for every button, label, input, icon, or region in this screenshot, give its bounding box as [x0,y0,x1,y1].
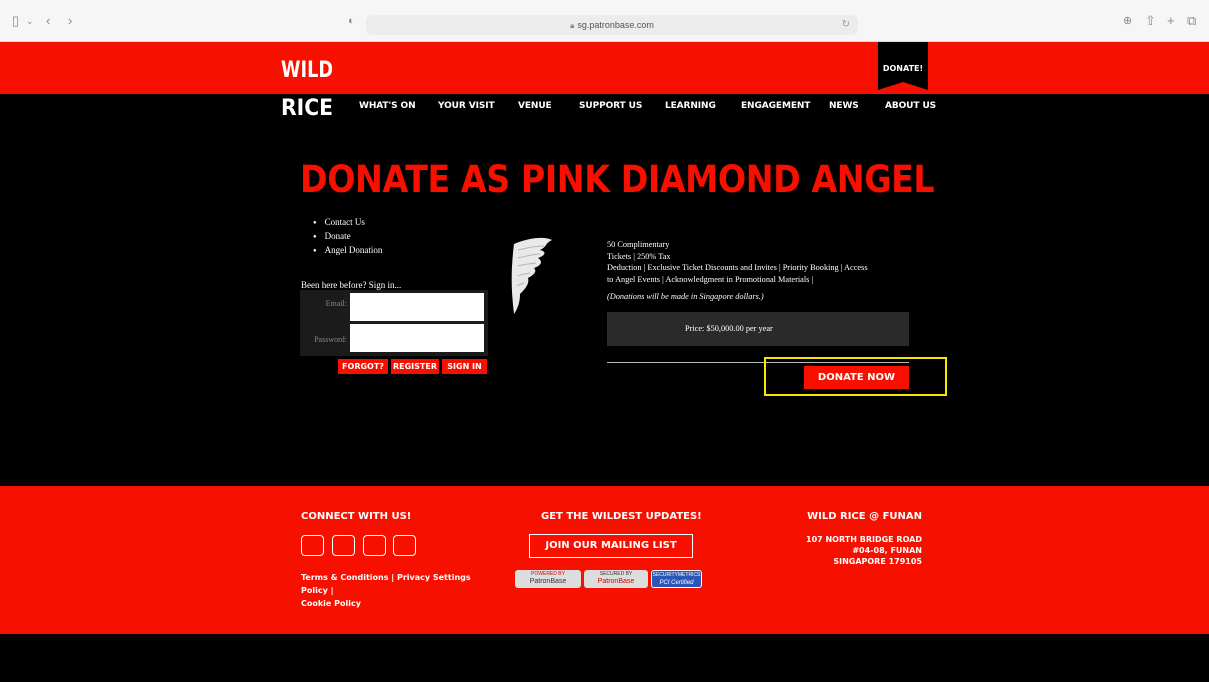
benefits-line: Deduction | Exclusive Ticket Discounts a… [607,263,868,272]
address-bar[interactable]: 🔒︎ sg.patronbase.com ↻ [366,15,858,35]
pci-certified-badge[interactable]: SECURITYMETRICS PCI Certified [651,570,702,588]
join-mailing-list-button[interactable]: JOIN OUR MAILING LIST [529,534,693,558]
connect-title: CONNECT WITH US! [301,511,412,522]
benefits-text: 50 Complimentary Tickets | 250% Tax Dedu… [607,239,917,285]
reload-icon[interactable]: ↻ [842,15,850,35]
address-line: 107 NORTH BRIDGE ROAD [806,535,922,544]
page-title: DONATE AS PINK DIAMOND ANGEL [300,158,935,201]
nav-support-us[interactable]: SUPPORT US [579,101,642,115]
donate-now-button[interactable]: DONATE NOW [804,366,909,389]
price-label: Price: [685,324,705,333]
signin-prompt: Been here before? Sign in... [301,280,402,290]
address-line: SINGAPORE 179105 [833,557,922,566]
price-value: $50,000.00 per year [706,324,773,333]
new-tab-icon[interactable]: + [1167,13,1175,29]
nav-about-us[interactable]: ABOUT US [885,101,936,115]
badge-bottom: PatronBase [597,578,635,585]
price-box: Price: $50,000.00 per year [607,312,909,346]
header-bar [0,42,1209,94]
breadcrumb-donate[interactable]: Donate [313,230,382,244]
breadcrumb: Contact Us Donate Angel Donation [313,216,383,258]
twitter-icon[interactable] [363,535,386,556]
badge-top: SECURITYMETRICS [652,572,701,578]
policy-links-line-1[interactable]: Terms & Conditions | Privacy Settings Po… [301,571,481,597]
browser-toolbar: ▯ ⌄ ‹ › ◐ 🔒︎ sg.patronbase.com ↻ ⊕ ⇧ + ⧉ [0,0,1209,42]
breadcrumb-angel-donation[interactable]: Angel Donation [313,244,383,258]
wild-rice-logo[interactable]: WILD RICE [279,45,335,119]
forward-icon[interactable]: › [68,13,72,29]
download-icon[interactable]: ⊕ [1123,13,1132,29]
chevron-down-icon[interactable]: ⌄ [26,13,34,29]
angel-wing-image [511,237,552,314]
logo-line-2: RICE [281,96,333,119]
nav-your-visit[interactable]: YOUR VISIT [438,101,495,115]
venue-title: WILD RICE @ FUNAN [807,511,922,522]
privacy-shield-icon[interactable]: ◐ [348,13,355,29]
email-field[interactable] [350,293,484,321]
breadcrumb-contact-us[interactable]: Contact Us [313,216,382,230]
email-label: Email: [325,299,347,308]
logo-line-1: WILD [281,58,333,83]
secured-by-patronbase-badge[interactable]: SECURED BY PatronBase [584,570,648,588]
sidebar-toggle-icon[interactable]: ▯ [12,13,19,29]
password-label: Password: [314,335,347,344]
facebook-icon[interactable] [301,535,324,556]
footer [0,486,1209,634]
benefits-line: 50 Complimentary [607,240,670,249]
signin-button[interactable]: SIGN IN [442,359,487,374]
badge-top: SECURED BY [599,571,633,577]
password-field[interactable] [350,324,484,352]
lock-icon: 🔒︎ [570,21,575,30]
register-button[interactable]: REGISTER [391,359,439,374]
donate-tab-button[interactable]: DONATE! [878,42,928,90]
address-line: #04-08, FUNAN [852,546,922,555]
badge-top: POWERED BY [531,571,565,577]
badge-bottom: PCI Certified [659,580,694,586]
instagram-icon[interactable] [332,535,355,556]
venue-address: 107 NORTH BRIDGE ROAD #04-08, FUNAN SING… [806,534,922,567]
tab-overview-icon[interactable]: ⧉ [1187,13,1196,29]
currency-note: (Donations will be made in Singapore dol… [607,292,764,301]
nav-engagement[interactable]: ENGAGEMENT [741,101,810,115]
policy-links-line-2[interactable]: Cookie Policy [301,597,481,610]
youtube-icon[interactable] [393,535,416,556]
back-icon[interactable]: ‹ [46,13,50,29]
nav-news[interactable]: NEWS [829,101,859,115]
share-icon[interactable]: ⇧ [1145,13,1156,29]
badge-bottom: PatronBase [529,578,567,585]
updates-title: GET THE WILDEST UPDATES! [541,511,702,522]
benefits-line: Tickets | 250% Tax [607,251,671,261]
footer-policy-links: Terms & Conditions | Privacy Settings Po… [301,571,481,610]
nav-venue[interactable]: VENUE [518,101,552,115]
powered-by-patronbase-badge[interactable]: POWERED BY PatronBase [515,570,581,588]
forgot-button[interactable]: FORGOT? [338,359,388,374]
nav-whats-on[interactable]: WHAT'S ON [359,101,416,115]
url-text: sg.patronbase.com [577,20,654,30]
nav-learning[interactable]: LEARNING [665,101,716,115]
benefits-line: to Angel Events | Acknowledgment in Prom… [607,274,814,284]
